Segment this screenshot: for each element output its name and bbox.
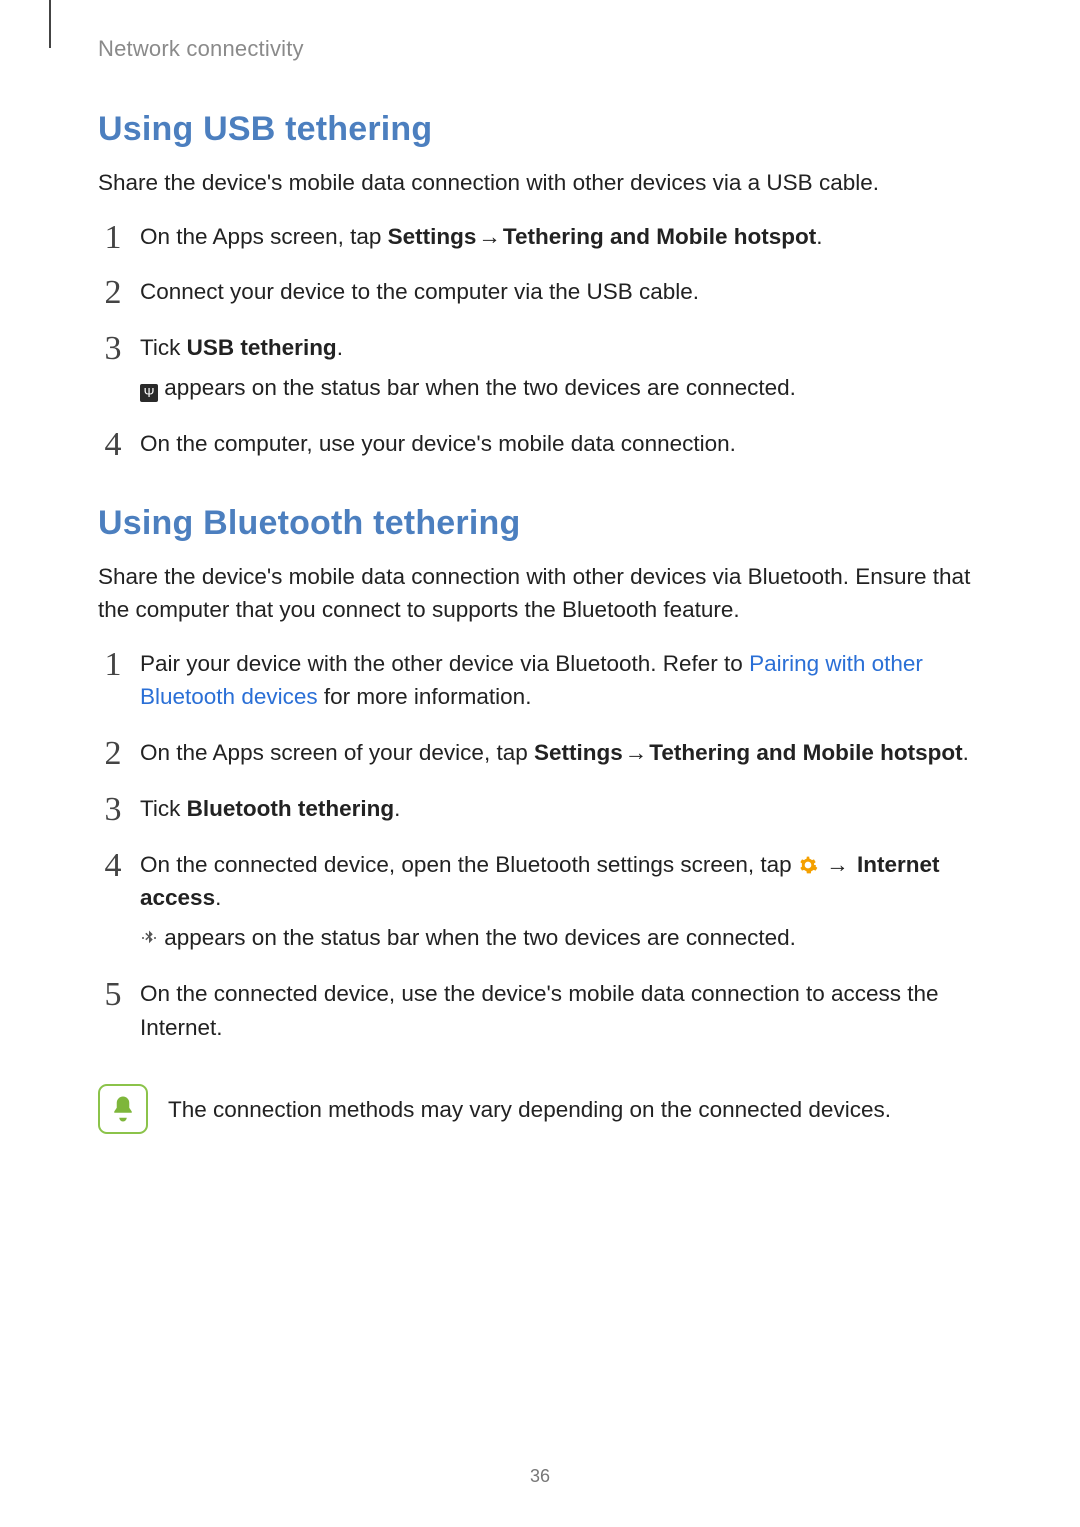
usb-step1-prefix: On the Apps screen, tap (140, 224, 388, 249)
arrow-icon: → (824, 852, 851, 877)
note-block: The connection methods may vary dependin… (98, 1084, 982, 1134)
bt-step4-prefix: On the connected device, open the Blueto… (140, 852, 798, 877)
bt-step1-suffix: for more information. (318, 684, 532, 709)
bt-step3-term: Bluetooth tethering (187, 796, 394, 821)
note-bell-icon (98, 1084, 148, 1134)
heading-usb-tethering: Using USB tethering (98, 110, 982, 149)
bt-step3-prefix: Tick (140, 796, 187, 821)
bt-step-2: On the Apps screen of your device, tap S… (98, 736, 982, 770)
bt-intro: Share the device's mobile data connectio… (98, 561, 982, 626)
bt-step-4: On the connected device, open the Blueto… (98, 848, 982, 955)
usb-intro: Share the device's mobile data connectio… (98, 167, 982, 200)
bt-step1-prefix: Pair your device with the other device v… (140, 651, 749, 676)
arrow-icon: → (476, 224, 503, 249)
bt-step-3: Tick Bluetooth tethering. (98, 792, 982, 826)
usb-step3-sub-text: appears on the status bar when the two d… (158, 375, 796, 400)
bt-steps: Pair your device with the other device v… (98, 647, 982, 1045)
usb-step3-prefix: Tick (140, 335, 187, 360)
bt-step2-tethering: Tethering and Mobile hotspot (649, 740, 962, 765)
usb-step-2: Connect your device to the computer via … (98, 275, 982, 309)
bt-step-1: Pair your device with the other device v… (98, 647, 982, 715)
heading-bt-tethering: Using Bluetooth tethering (98, 504, 982, 543)
bt-step2-settings: Settings (534, 740, 623, 765)
usb-step3-suffix: . (337, 335, 343, 360)
usb-step1-tethering: Tethering and Mobile hotspot (503, 224, 816, 249)
bt-step-5: On the connected device, use the device'… (98, 977, 982, 1045)
bt-step4-sub-text: appears on the status bar when the two d… (158, 925, 796, 950)
bluetooth-tethering-status-icon (140, 923, 158, 941)
note-text: The connection methods may vary dependin… (168, 1084, 891, 1127)
usb-step1-settings: Settings (388, 224, 477, 249)
bt-step4-sub: appears on the status bar when the two d… (140, 921, 982, 955)
bt-step2-prefix: On the Apps screen of your device, tap (140, 740, 534, 765)
page-number: 36 (0, 1466, 1080, 1487)
usb-step-4: On the computer, use your device's mobil… (98, 427, 982, 461)
gear-icon (798, 851, 818, 871)
breadcrumb: Network connectivity (98, 36, 982, 62)
usb-steps: On the Apps screen, tap Settings→Tetheri… (98, 220, 982, 461)
usb-step3-term: USB tethering (187, 335, 337, 360)
header-tick (49, 0, 51, 48)
usb-step-3: Tick USB tethering. Ψ appears on the sta… (98, 331, 982, 405)
usb-step3-sub: Ψ appears on the status bar when the two… (140, 371, 982, 405)
bt-step4-suffix: . (215, 885, 221, 910)
arrow-icon: → (623, 740, 650, 765)
usb-step-1: On the Apps screen, tap Settings→Tetheri… (98, 220, 982, 254)
bt-step3-suffix: . (394, 796, 400, 821)
usb-tethering-status-icon: Ψ (140, 384, 158, 402)
